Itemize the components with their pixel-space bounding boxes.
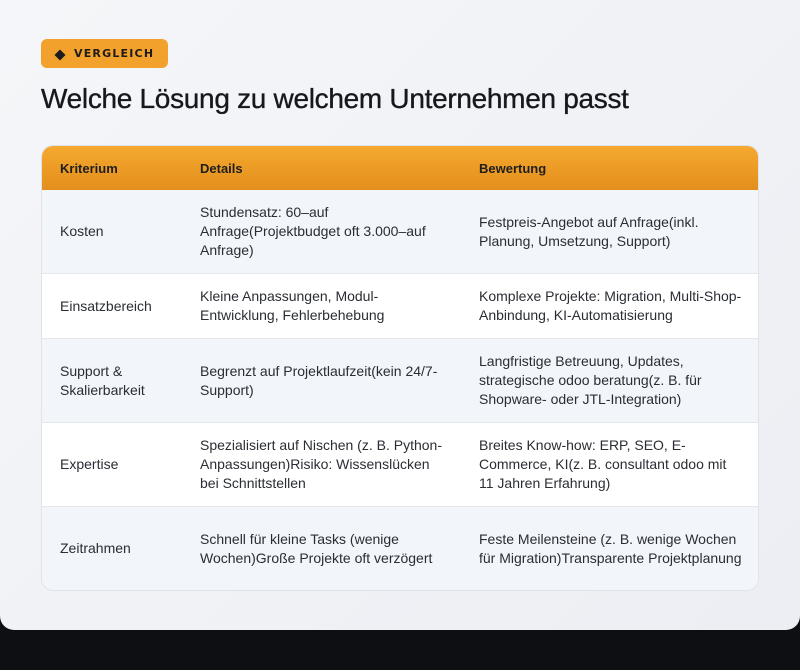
cell-criterion: Kosten — [42, 190, 182, 274]
column-header-rating: Bewertung — [461, 146, 758, 190]
cell-details: Spezialisiert auf Nischen (z. B. Python-… — [182, 422, 461, 507]
table-header-row: Kriterium Details Bewertung — [42, 146, 758, 190]
cell-rating: Feste Meilensteine (z. B. wenige Wochen … — [461, 506, 758, 590]
cell-details: Stundensatz: 60–auf Anfrage(Projektbudge… — [182, 190, 461, 274]
cell-details: Kleine Anpassungen, Modul-Entwicklung, F… — [182, 273, 461, 339]
table-row: Kosten Stundensatz: 60–auf Anfrage(Proje… — [42, 190, 758, 274]
cell-rating: Komplexe Projekte: Migration, Multi-Shop… — [461, 273, 758, 339]
table-row: Support & Skalierbarkeit Begrenzt auf Pr… — [42, 338, 758, 423]
cell-criterion: Expertise — [42, 422, 182, 507]
cell-criterion: Support & Skalierbarkeit — [42, 338, 182, 423]
cell-details: Schnell für kleine Tasks (wenige Wochen)… — [182, 506, 461, 590]
page-title: Welche Lösung zu welchem Unternehmen pas… — [41, 83, 629, 114]
cell-rating: Breites Know-how: ERP, SEO, E-Commerce, … — [461, 422, 758, 507]
cell-criterion: Einsatzbereich — [42, 273, 182, 339]
table-row: Expertise Spezialisiert auf Nischen (z. … — [42, 422, 758, 507]
column-header-details: Details — [182, 146, 461, 190]
cell-details: Begrenzt auf Projektlaufzeit(kein 24/7-S… — [182, 338, 461, 423]
table-row: Zeitrahmen Schnell für kleine Tasks (wen… — [42, 506, 758, 590]
comparison-table: Kriterium Details Bewertung Kosten Stund… — [41, 145, 759, 591]
table-row: Einsatzbereich Kleine Anpassungen, Modul… — [42, 273, 758, 339]
cell-criterion: Zeitrahmen — [42, 506, 182, 590]
category-badge: VERGLEICH — [41, 39, 169, 68]
diamond-icon — [54, 48, 66, 60]
cell-rating: Langfristige Betreuung, Updates, strateg… — [461, 338, 758, 423]
cell-rating: Festpreis-Angebot auf Anfrage(inkl. Plan… — [461, 190, 758, 274]
badge-label: VERGLEICH — [74, 47, 155, 60]
column-header-criterion: Kriterium — [42, 146, 182, 190]
comparison-card: VERGLEICH Welche Lösung zu welchem Unter… — [0, 0, 800, 630]
